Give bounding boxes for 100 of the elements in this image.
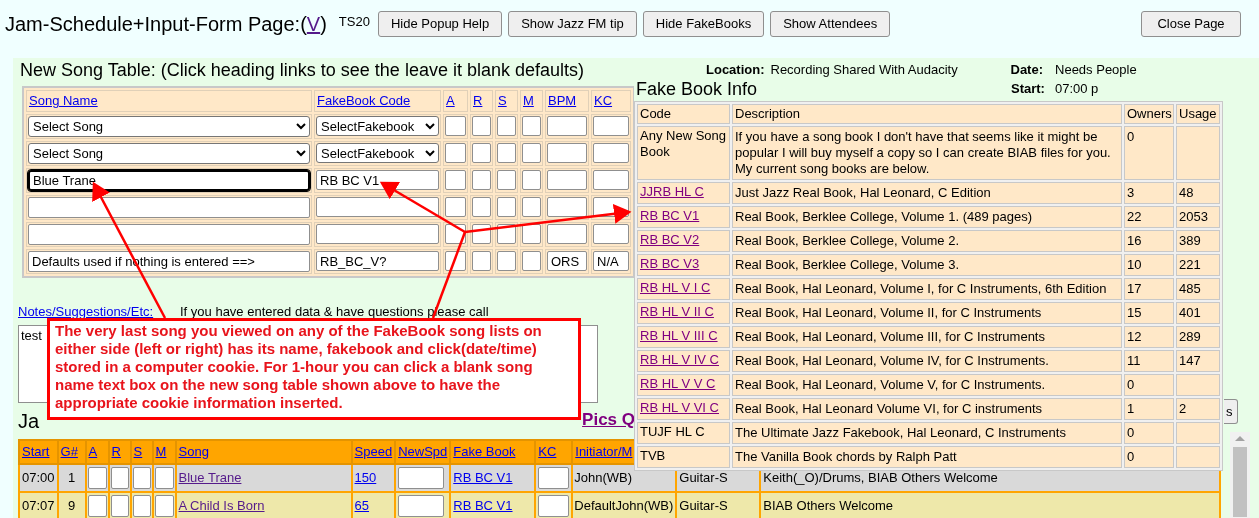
input-field[interactable] [593, 116, 629, 136]
description: Real Book, Hal Leonard Volume VI, for C instruments [735, 401, 1043, 416]
input-field[interactable] [445, 116, 466, 136]
input-field[interactable] [87, 466, 107, 489]
input-field[interactable] [497, 197, 516, 217]
popup-text: The very last song you viewed on any of the FakeBook song lists on either side (left or right) has its name, fakebook and click(date/time) stored in a computer cookie. For 1-hour you can click a blank song name text box on the new song table shown above to have the appropriate cookie information inserted. [55, 322, 543, 412]
toolbar-button[interactable]: Hide Popup Help [377, 11, 503, 37]
owners: 22 [1127, 209, 1142, 224]
group-number: 1 [67, 469, 76, 485]
input-field[interactable] [538, 494, 570, 517]
description: Real Book, Berklee College, Volume 3. [735, 257, 959, 272]
description: The Vanilla Book chords by Ralph Patt [735, 449, 957, 464]
tempo-value-link[interactable]: 65 [354, 497, 369, 513]
input-field[interactable] [110, 494, 129, 517]
fakebook-select[interactable]: SelectFakebook [316, 143, 439, 163]
code: TUJF HL C [640, 424, 705, 439]
input-field[interactable] [522, 251, 541, 271]
input-field[interactable] [398, 494, 445, 517]
song-title-link[interactable]: Blue Trane [178, 469, 242, 485]
start-value: 07:00 p [1054, 79, 1099, 98]
scrollbar[interactable] [1230, 432, 1250, 518]
fakebook-select[interactable]: SelectFakebook [316, 116, 439, 136]
input-field[interactable] [132, 494, 151, 517]
description: Just Jazz Real Book, Hal Leonard, C Edition [735, 185, 991, 200]
jam-notes: Keith(_O)/Drums, BIAB Others Welcome [763, 469, 998, 485]
owners: 11 [1127, 353, 1141, 368]
column-link[interactable]: Initiator/M [575, 443, 633, 459]
input-field[interactable] [472, 197, 491, 217]
song-select[interactable]: Select Song [28, 115, 310, 137]
owners: 16 [1127, 233, 1142, 248]
pics-link[interactable]: Pics Q [582, 407, 635, 433]
input-field[interactable] [497, 170, 516, 190]
start-time: 07:07 [22, 497, 55, 513]
owners: 12 [1127, 329, 1142, 344]
song-name-field[interactable] [28, 196, 310, 218]
initiator: DefaultJohn(WB) [574, 497, 674, 513]
input-field[interactable] [547, 197, 587, 217]
input-field[interactable] [87, 494, 107, 517]
description: Real Book, Hal Leonard, Volume I, for C Instruments, 6th Edition [735, 281, 1107, 296]
partial-button[interactable]: s [1224, 399, 1238, 424]
input-field[interactable] [547, 170, 587, 190]
input-field[interactable] [154, 466, 174, 489]
owners: 3 [1127, 185, 1135, 200]
column-link[interactable]: Song Name [29, 93, 98, 108]
input-field[interactable] [316, 224, 439, 244]
input-field[interactable]: ORS [547, 251, 587, 271]
input-field[interactable] [538, 466, 570, 489]
version-label: TS20 [338, 13, 370, 32]
description: Real Book, Berklee College, Volume 2. [735, 233, 959, 248]
description: The Ultimate Jazz Fakebook, Hal Leonard, C Instruments [735, 425, 1066, 440]
location-value: Recording Shared With Audacity [770, 61, 959, 79]
input-field[interactable] [522, 116, 541, 136]
input-field[interactable] [316, 197, 439, 217]
input-field[interactable] [472, 170, 491, 190]
close-page-button[interactable]: Close Page [1141, 11, 1241, 37]
input-field[interactable] [522, 143, 541, 163]
input-field[interactable] [472, 143, 491, 163]
input-field[interactable] [497, 116, 516, 136]
input-field[interactable] [445, 143, 466, 163]
input-field[interactable] [547, 224, 587, 244]
usage: 2053 [1179, 209, 1208, 224]
toolbar-button[interactable]: Show Attendees [770, 11, 891, 37]
input-field[interactable] [110, 466, 129, 489]
input-field[interactable] [547, 143, 587, 163]
input-field[interactable] [132, 466, 151, 489]
input-field[interactable] [398, 466, 445, 489]
input-field[interactable] [593, 224, 629, 244]
input-field[interactable] [497, 251, 516, 271]
start-time: 07:00 [22, 469, 55, 485]
input-field[interactable] [547, 116, 587, 136]
initiator: John(WB) [574, 469, 633, 485]
input-field[interactable] [522, 170, 541, 190]
input-field[interactable] [497, 143, 516, 163]
column-header: Usage [1179, 106, 1217, 121]
input-field[interactable] [445, 170, 466, 190]
input-field[interactable] [593, 143, 629, 163]
song-name-field[interactable] [28, 223, 310, 245]
instrument: Guitar-S [679, 497, 728, 513]
owners: 1 [1127, 401, 1135, 416]
song-name-field[interactable]: Blue Trane [28, 169, 310, 191]
owners: 10 [1127, 257, 1142, 272]
input-field[interactable]: RB_BC_V? [316, 251, 439, 271]
song-select[interactable]: Select Song [28, 142, 310, 164]
toolbar-button[interactable]: Show Jazz FM tip [508, 11, 637, 37]
column-link[interactable]: Song [178, 443, 209, 459]
input-field[interactable] [522, 224, 541, 244]
input-field[interactable]: N/A [593, 251, 629, 271]
column-header: Code [640, 106, 672, 121]
input-field[interactable] [445, 197, 466, 217]
input-field[interactable] [472, 251, 491, 271]
input-field[interactable] [593, 170, 629, 190]
section-title: New Song Table: (Click heading links to see the leave it blank defaults) [19, 59, 584, 81]
usage: 389 [1179, 233, 1201, 248]
input-field[interactable] [154, 494, 174, 517]
input-field[interactable] [472, 116, 491, 136]
description: Real Book, Hal Leonard, Volume V, for C Instruments. [735, 377, 1046, 392]
input-field[interactable]: RB BC V1 [316, 170, 439, 190]
start-label: Start: [1011, 79, 1045, 98]
toolbar-button[interactable]: Hide FakeBooks [642, 11, 765, 37]
input-field[interactable] [522, 197, 541, 217]
